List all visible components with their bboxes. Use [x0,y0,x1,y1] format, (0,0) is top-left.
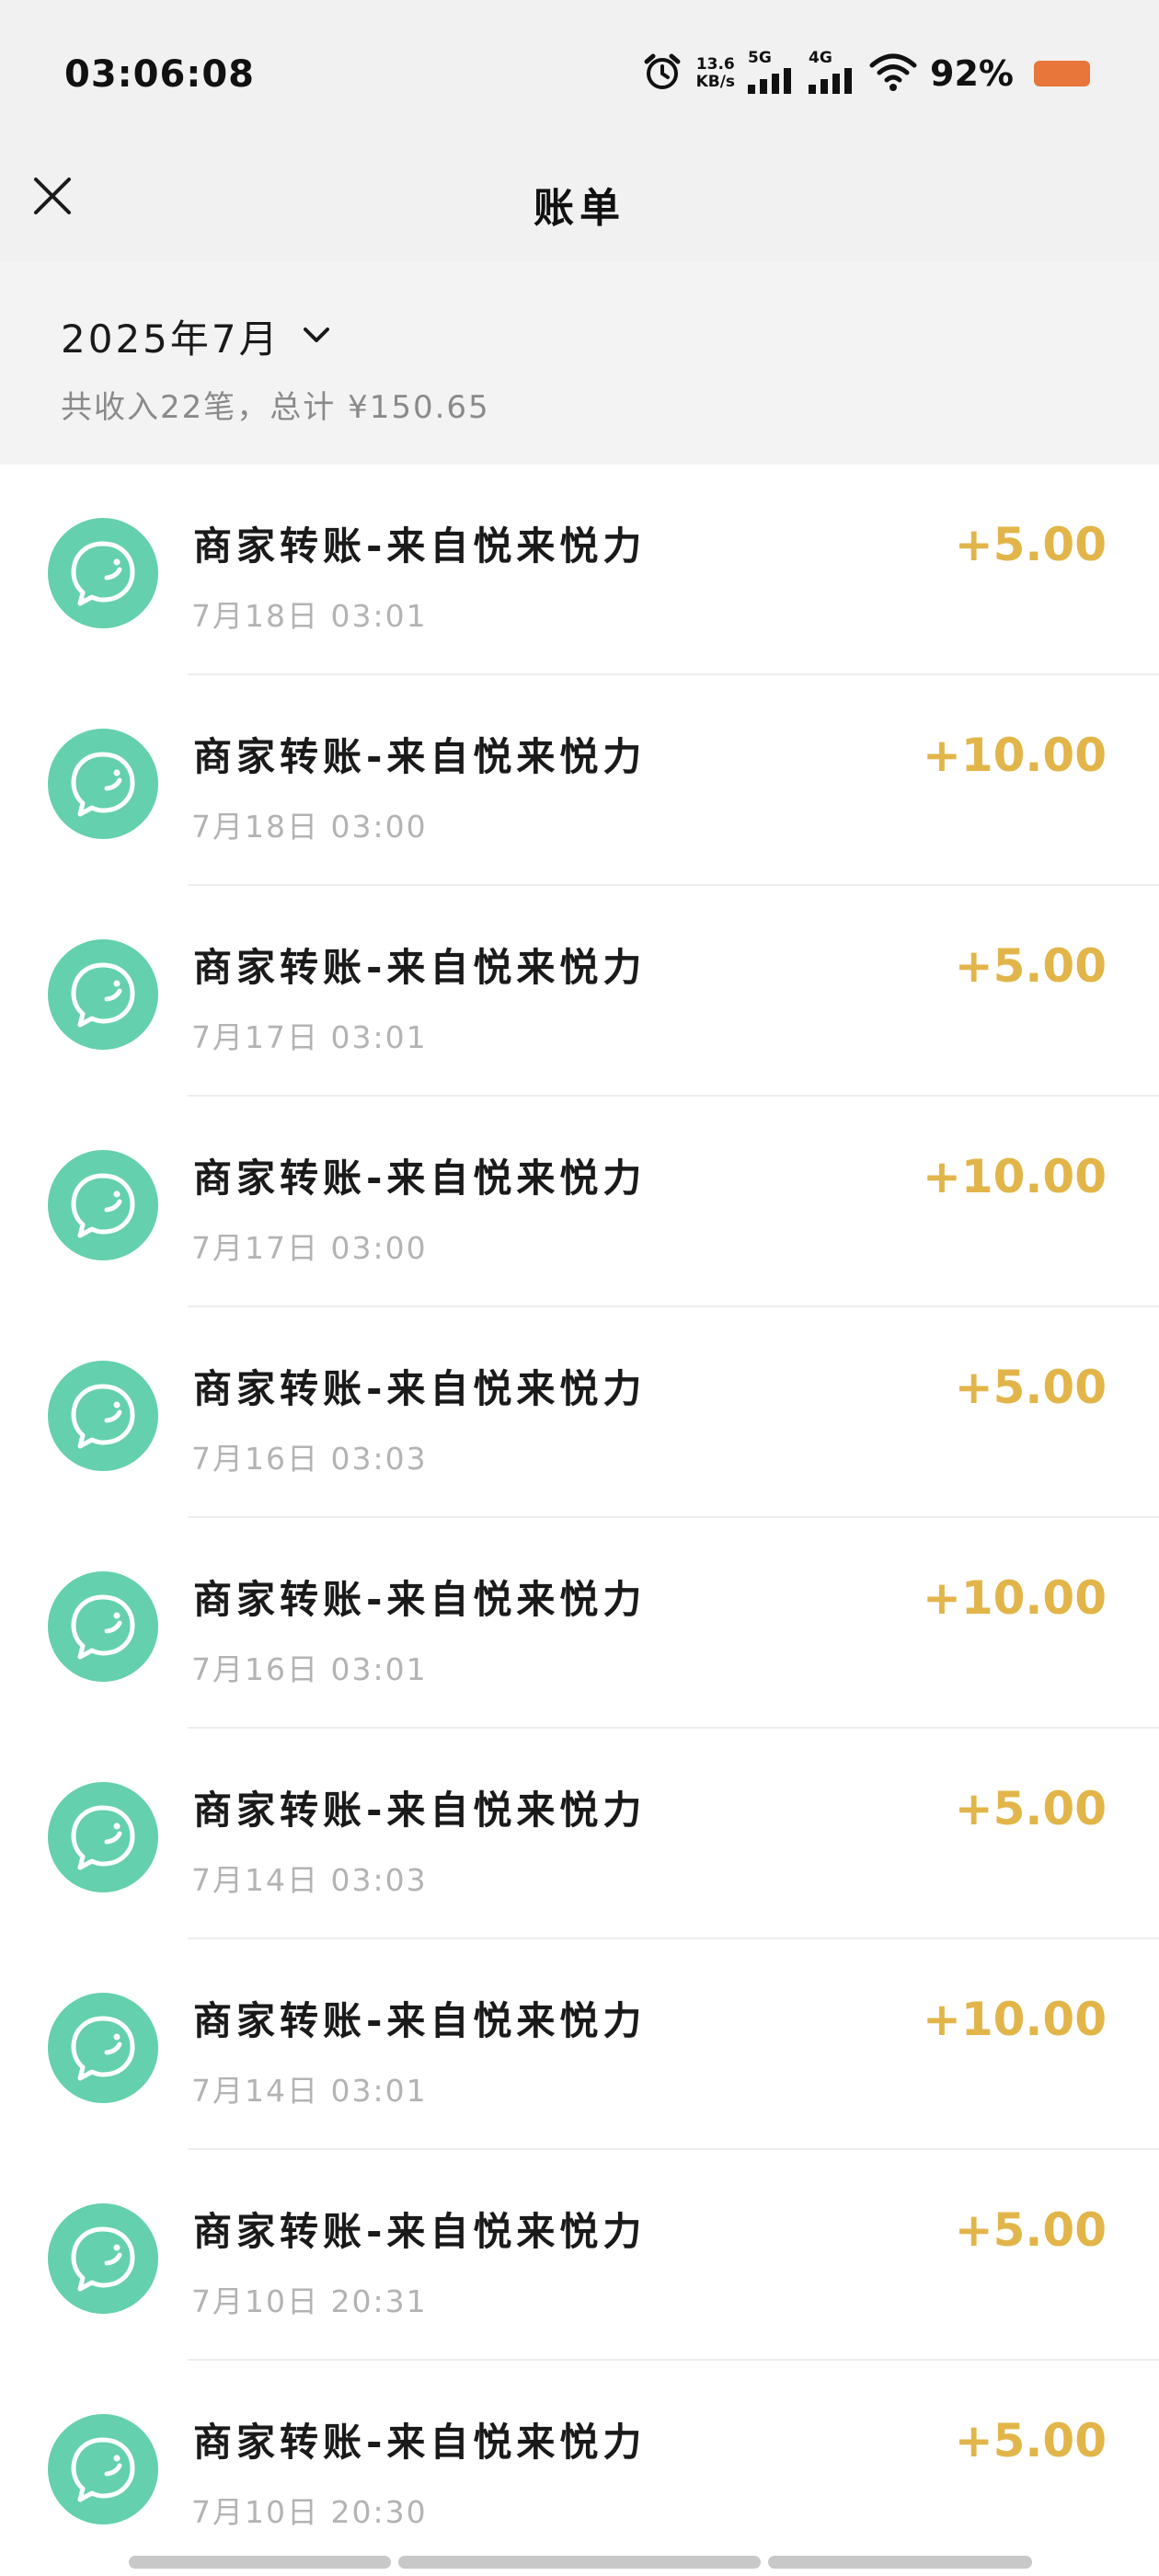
chevron-down-icon [303,326,330,348]
transaction-title: 商家转账-来自悦来悦力 [193,1788,647,1833]
transaction-title: 商家转账-来自悦来悦力 [193,945,647,990]
month-label: 2025年7月 [61,316,281,362]
merchant-transfer-icon [48,1361,158,1471]
transaction-title: 商家转账-来自悦来悦力 [193,2420,647,2465]
transaction-amount: +10.00 [922,1150,1107,1203]
transaction-amount: +5.00 [954,939,1107,993]
merchant-transfer-icon [48,939,158,1050]
transaction-amount: +10.00 [922,729,1107,782]
month-picker[interactable]: 2025年7月 [61,308,330,364]
net-speed: 13.6 KB/s [696,56,735,91]
merchant-transfer-icon [48,2414,158,2524]
transaction-time: 7月18日 03:00 [191,809,428,845]
signal-4g: 4G [809,48,856,98]
transaction-title: 商家转账-来自悦来悦力 [193,1366,647,1411]
transaction-time: 7月18日 03:01 [191,598,428,634]
transaction-time: 7月10日 20:31 [191,2283,428,2319]
merchant-transfer-icon [48,729,158,839]
transaction-row[interactable]: 商家转账-来自悦来悦力 7月18日 03:01 +5.00 [0,465,1159,675]
transaction-amount: +10.00 [922,1571,1107,1625]
status-bar: 03:06:08 13.6 KB/s 5G 4G 92% [0,0,1159,147]
transaction-amount: +5.00 [954,2414,1107,2467]
transaction-amount: +5.00 [954,1782,1107,1835]
merchant-transfer-icon [48,2203,158,2314]
merchant-transfer-icon [48,1782,158,1892]
battery-level-fill [1034,61,1090,86]
signal-5g-label: 5G [748,48,772,67]
merchant-transfer-icon [48,1571,158,1682]
net-speed-unit: KB/s [695,73,736,91]
transaction-title: 商家转账-来自悦来悦力 [193,2209,647,2254]
transaction-time: 7月14日 03:03 [191,1862,428,1898]
transaction-time: 7月17日 03:00 [191,1230,428,1266]
transaction-row[interactable]: 商家转账-来自悦来悦力 7月17日 03:00 +10.00 [0,1097,1159,1307]
status-icons: 13.6 KB/s 5G 4G 92% [641,46,1095,101]
transaction-row[interactable]: 商家转账-来自悦来悦力 7月18日 03:00 +10.00 [0,675,1159,886]
net-speed-value: 13.6 [695,55,735,74]
signal-4g-label: 4G [809,48,832,67]
summary-panel: 2025年7月 共收入22笔，总计 ¥150.65 [0,262,1159,465]
transaction-amount: +5.00 [954,1361,1107,1414]
status-time: 03:06:08 [64,53,255,96]
merchant-transfer-icon [48,1993,158,2103]
signal-icon [809,66,856,98]
transaction-title: 商家转账-来自悦来悦力 [193,1577,647,1622]
merchant-transfer-icon [48,518,158,628]
transaction-list: 商家转账-来自悦来悦力 7月18日 03:01 +5.00 商家转账-来自悦来悦… [0,465,1159,2571]
scroll-indicator [0,2548,1159,2576]
transaction-time: 7月16日 03:01 [191,1651,428,1687]
signal-5g: 5G [748,48,796,98]
alarm-icon [641,51,683,97]
transaction-row[interactable]: 商家转账-来自悦来悦力 7月10日 20:31 +5.00 [0,2150,1159,2361]
transaction-row[interactable]: 商家转账-来自悦来悦力 7月14日 03:01 +10.00 [0,1939,1159,2150]
page-title: 账单 [534,185,625,232]
signal-icon [748,66,796,98]
transaction-row[interactable]: 商家转账-来自悦来悦力 7月16日 03:03 +5.00 [0,1307,1159,1518]
scroll-segment [398,2556,761,2569]
transaction-time: 7月10日 20:30 [191,2494,428,2530]
scroll-segment [768,2556,1032,2569]
scroll-segment [129,2556,391,2569]
nav-bar: 账单 [0,147,1159,262]
transaction-row[interactable]: 商家转账-来自悦来悦力 7月14日 03:03 +5.00 [0,1729,1159,1939]
transaction-amount: +10.00 [922,1993,1107,2046]
transaction-time: 7月17日 03:01 [191,1019,428,1055]
battery-icon [1034,61,1095,86]
transaction-row[interactable]: 商家转账-来自悦来悦力 7月17日 03:01 +5.00 [0,886,1159,1097]
transaction-title: 商家转账-来自悦来悦力 [193,523,647,569]
transaction-title: 商家转账-来自悦来悦力 [193,1156,647,1201]
transaction-row[interactable]: 商家转账-来自悦来悦力 7月16日 03:01 +10.00 [0,1518,1159,1729]
transaction-title: 商家转账-来自悦来悦力 [193,1998,647,2043]
wifi-icon [869,52,917,96]
transaction-amount: +5.00 [954,518,1107,571]
merchant-transfer-icon [48,1150,158,1260]
transaction-time: 7月16日 03:03 [191,1441,428,1477]
transaction-title: 商家转账-来自悦来悦力 [193,734,647,779]
transaction-amount: +5.00 [954,2203,1107,2257]
transaction-time: 7月14日 03:01 [191,2073,428,2109]
battery-percent: 92% [930,53,1014,94]
transaction-row[interactable]: 商家转账-来自悦来悦力 7月10日 20:30 +5.00 [0,2361,1159,2571]
income-summary: 共收入22笔，总计 ¥150.65 [61,389,490,426]
